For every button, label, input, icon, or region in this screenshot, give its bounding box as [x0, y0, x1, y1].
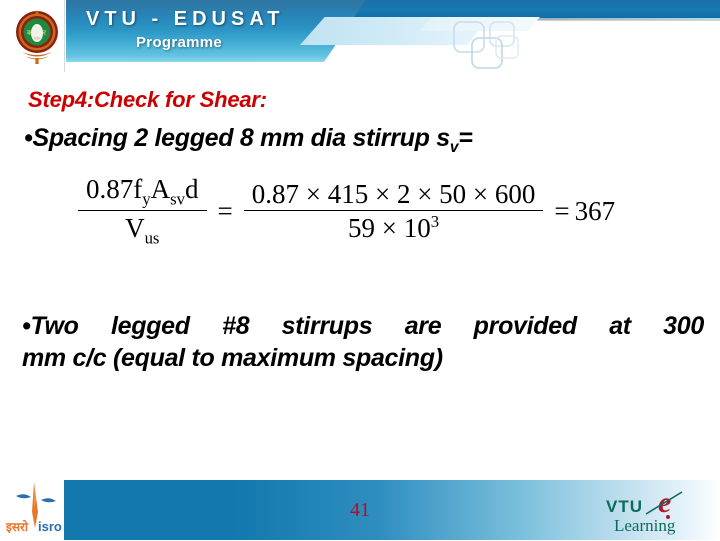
- equation-lhs-fraction: 0.87fyAsvd Vus: [78, 174, 207, 248]
- bullet-text: Spacing 2 legged 8 mm dia stirrup s: [32, 124, 450, 152]
- slide-footer: 41 इसरो isro VTU e Learning: [0, 458, 720, 540]
- bullet-text-tail: =: [458, 124, 473, 152]
- header-subtitle: Programme: [136, 34, 223, 51]
- equation-equals-first: =: [217, 195, 233, 226]
- bullet-item-spacing: •Spacing 2 legged 8 mm dia stirrup sv=: [24, 124, 473, 157]
- lhs-den-term-sub: us: [144, 228, 160, 248]
- bullet2-line2: mm c/c (equal to maximum spacing): [22, 344, 443, 372]
- header-title: VTU - EDUSAT: [86, 8, 285, 30]
- rhs-den-exponent: 3: [430, 212, 440, 232]
- equation-equals-second: =: [554, 195, 570, 226]
- slide-body: Step4:Check for Shear: •Spacing 2 legged…: [0, 78, 720, 458]
- bullet2-line1: •Two legged #8 stirrups are provided at …: [22, 312, 704, 340]
- header-divider: [64, 0, 65, 72]
- equation-result: 367: [574, 195, 616, 226]
- lhs-num-term-b-sub: sv: [170, 189, 186, 209]
- shear-spacing-equation: 0.87fyAsvd Vus = 0.87 × 415 × 2 × 50 × 6…: [72, 174, 615, 248]
- rhs-den-base: 59 × 10: [348, 213, 431, 244]
- svg-text:isro: isro: [38, 519, 62, 534]
- lhs-den-term: V: [125, 213, 145, 244]
- isro-logo-icon: इसरो isro: [4, 478, 66, 536]
- slide-header: VTU - EDUSAT Programme क र: [0, 0, 720, 78]
- equation-lhs-numerator: 0.87fyAsvd: [78, 174, 207, 210]
- bullet-subscript: v: [449, 139, 459, 156]
- vtu-elearning-logo: VTU e Learning: [598, 486, 714, 536]
- svg-text:इसरो: इसरो: [5, 520, 29, 534]
- svg-text:VTU: VTU: [606, 497, 643, 516]
- equation-rhs-fraction: 0.87 × 415 × 2 × 50 × 600 59 × 103: [243, 178, 544, 244]
- step-title: Step4:Check for Shear:: [28, 87, 267, 112]
- rounded-squares-decoration-icon: [452, 20, 552, 76]
- lhs-num-term-a: 0.87f: [86, 174, 143, 204]
- bullet-item-provided: •Two legged #8 stirrups are provided at …: [22, 310, 704, 374]
- svg-text:क: क: [27, 29, 33, 37]
- vtu-emblem-icon: क र: [14, 8, 60, 66]
- svg-text:Learning: Learning: [614, 516, 676, 535]
- svg-text:र: र: [43, 29, 46, 37]
- equation-lhs-denominator: Vus: [78, 210, 207, 248]
- lhs-num-term-b: A: [150, 174, 171, 204]
- equation-rhs-denominator: 59 × 103: [243, 210, 544, 244]
- lhs-num-term-c: d: [185, 174, 199, 204]
- equation-rhs-numerator: 0.87 × 415 × 2 × 50 × 600: [251, 178, 536, 209]
- lhs-num-term-a-sub: y: [142, 189, 151, 209]
